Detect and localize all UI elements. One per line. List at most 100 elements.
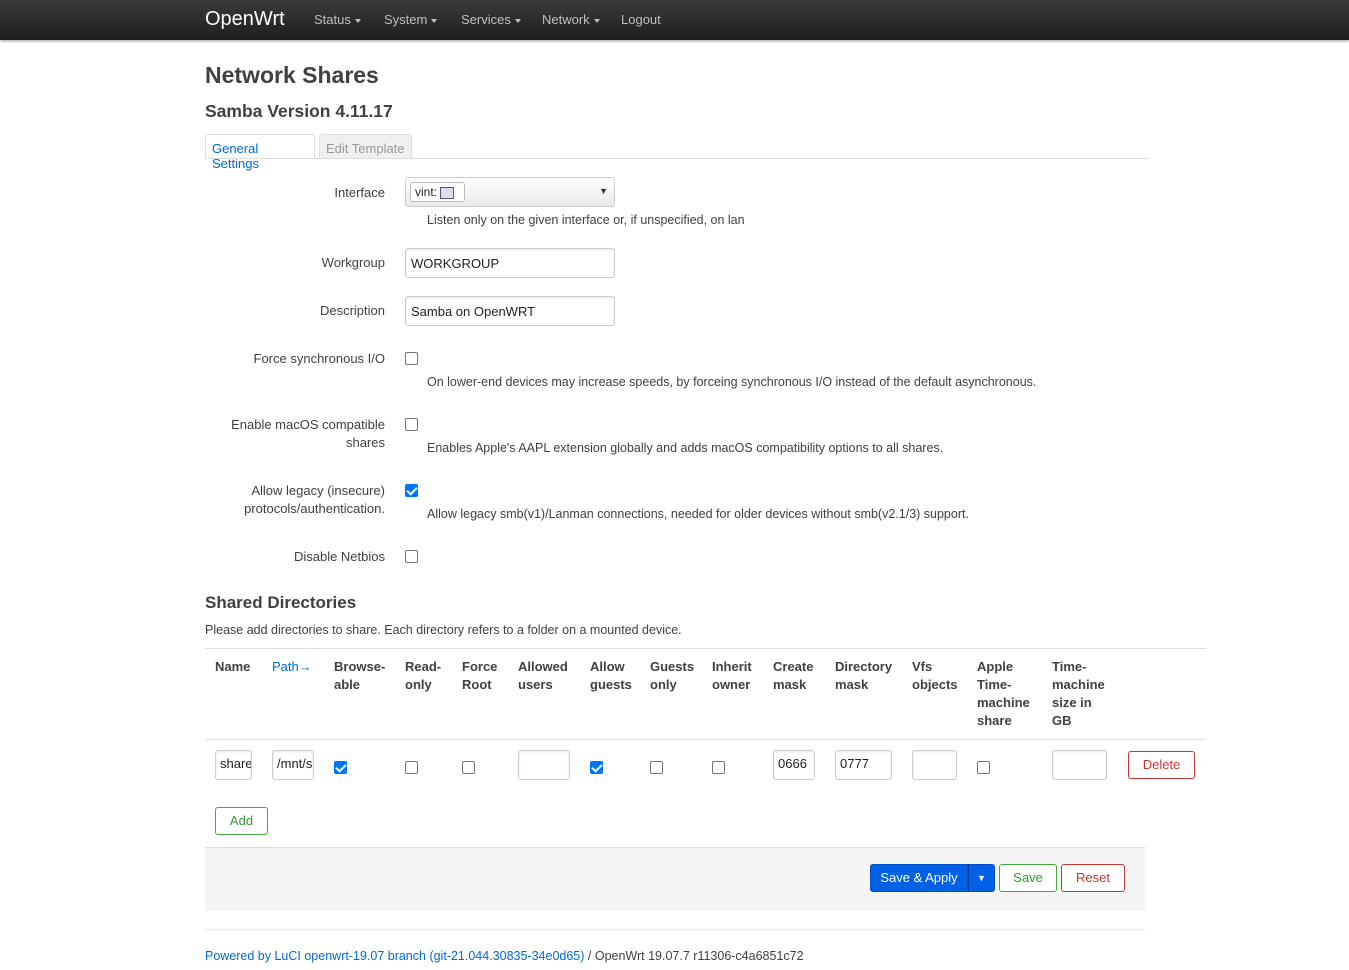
header-timemachine-l4: share [977, 713, 1012, 728]
chevron-down-icon [593, 18, 600, 23]
nav-network[interactable]: Network [542, 12, 600, 27]
footer-version: / OpenWrt 19.07.7 r11306-c4a6851c72 [584, 949, 804, 963]
tabs-divider [205, 158, 1150, 159]
header-browseable-l2: able [334, 677, 361, 692]
nav-status-label: Status [314, 12, 351, 27]
header-inherit-l1: Inherit [712, 659, 752, 674]
allowed-users-input[interactable] [518, 750, 570, 780]
directory-mask-input[interactable]: 0777 [835, 750, 892, 780]
force-sync-checkbox[interactable] [405, 352, 418, 365]
nav-services-label: Services [461, 12, 511, 27]
dropdown-arrow-icon: ▼ [599, 186, 608, 196]
workgroup-input[interactable] [405, 248, 615, 278]
header-users-l1: Allowed [518, 659, 568, 674]
table-header-border [205, 739, 1206, 740]
header-forceroot-l1: Force [462, 659, 498, 674]
page-title: Network Shares [205, 62, 379, 88]
nav-network-label: Network [542, 12, 590, 27]
forceroot-checkbox[interactable] [462, 761, 475, 774]
nav-status[interactable]: Status [314, 12, 361, 27]
header-tmsize-l1: Time- [1052, 659, 1087, 674]
macos-label-line1: Enable macOS compatible [231, 417, 385, 432]
nav-services[interactable]: Services [461, 12, 521, 27]
macos-desc: Enables Apple's AAPL extension globally … [427, 441, 944, 455]
shared-dirs-title: Shared Directories [205, 593, 357, 612]
header-dirmask: Directory mask [835, 658, 892, 694]
header-readonly-l1: Read- [405, 659, 442, 674]
readonly-checkbox[interactable] [405, 761, 418, 774]
macos-checkbox[interactable] [405, 418, 418, 431]
nav-logout[interactable]: Logout [621, 12, 661, 27]
vfs-objects-input[interactable] [912, 750, 957, 780]
shared-dirs-desc: Please add directories to share. Each di… [205, 623, 682, 637]
header-vfs-l2: objects [912, 677, 958, 692]
header-inherit-l2: owner [712, 677, 751, 692]
header-forceroot: Force Root [462, 658, 497, 694]
reset-button[interactable]: Reset [1061, 864, 1125, 892]
timemachine-checkbox[interactable] [977, 761, 990, 774]
chevron-down-icon [431, 18, 438, 23]
header-tmsize-l3: size in [1052, 695, 1092, 710]
interface-select[interactable]: vint: ▼ [405, 177, 615, 207]
add-share-button[interactable]: Add [215, 807, 268, 835]
header-readonly: Read-only [405, 658, 441, 694]
workgroup-label: Workgroup [321, 255, 385, 270]
header-users: Allowed users [518, 658, 568, 694]
header-guestsonly-l2: only [650, 677, 677, 692]
browseable-checkbox[interactable] [334, 761, 347, 774]
delete-share-button[interactable]: Delete [1128, 751, 1195, 779]
header-path[interactable]: Path→ [272, 658, 312, 676]
header-readonly-l2: only [405, 677, 432, 692]
header-guestsonly-l1: Guests [650, 659, 695, 674]
legacy-checkbox[interactable] [405, 484, 418, 497]
legacy-label-line1: Allow legacy (insecure) [251, 483, 385, 498]
save-apply-button[interactable]: Save & Apply [870, 864, 968, 892]
inherit-owner-checkbox[interactable] [712, 761, 725, 774]
header-guests-l2: guests [590, 677, 632, 692]
legacy-label-line2: protocols/authentication. [244, 501, 385, 516]
interface-desc: Listen only on the given interface or, i… [427, 213, 745, 227]
header-inherit: Inherit owner [712, 658, 752, 694]
header-timemachine-l1: Apple [977, 659, 1014, 674]
macos-label-line2: shares [345, 435, 385, 450]
legacy-desc: Allow legacy smb(v1)/Lanman connections,… [427, 507, 969, 521]
header-tmsize-l4: GB [1052, 713, 1072, 728]
header-guests-l1: Allow [590, 659, 625, 674]
top-navbar: OpenWrt Status System Services Network L… [0, 0, 1349, 40]
nav-system-label: System [384, 12, 428, 27]
guests-only-checkbox[interactable] [650, 761, 663, 774]
save-button[interactable]: Save [999, 864, 1057, 892]
footer: Powered by LuCI openwrt-19.07 branch (gi… [205, 949, 804, 963]
chevron-down-icon: ▼ [977, 873, 986, 883]
tab-edit-template[interactable]: Edit Template [319, 134, 412, 159]
interface-chip: vint: [410, 182, 465, 202]
footer-divider [205, 929, 1145, 930]
header-users-l2: users [518, 677, 553, 692]
header-browseable: Browse-able [334, 658, 385, 694]
allow-guests-checkbox[interactable] [590, 761, 603, 774]
header-vfs-l1: Vfs [912, 659, 933, 674]
save-apply-dropdown-button[interactable]: ▼ [968, 864, 995, 892]
netbios-checkbox[interactable] [405, 550, 418, 563]
header-createmask: Create mask [773, 658, 813, 694]
header-createmask-l2: mask [773, 677, 807, 692]
force-sync-label: Force synchronous I/O [253, 351, 386, 366]
interface-label: Interface [334, 185, 385, 200]
header-createmask-l1: Create [773, 659, 814, 674]
timemachine-size-input[interactable] [1052, 750, 1107, 780]
description-input[interactable] [405, 296, 615, 326]
create-mask-input[interactable]: 0666 [773, 750, 815, 780]
share-name-input[interactable]: share [215, 750, 252, 780]
table-top-border [205, 648, 1206, 649]
legacy-label: Allow legacy (insecure) protocols/authent… [244, 482, 385, 518]
brand-logo[interactable]: OpenWrt [205, 8, 285, 31]
header-name: Name [215, 659, 251, 674]
header-forceroot-l2: Root [462, 677, 492, 692]
header-timemachine-l2: Time- [977, 677, 1012, 692]
luci-link[interactable]: Powered by LuCI openwrt-19.07 branch (gi… [205, 949, 584, 963]
tab-general-settings[interactable]: General Settings [205, 134, 315, 171]
header-tmsize-l2: machine [1052, 677, 1105, 692]
share-path-input[interactable]: /mnt/s [272, 750, 314, 780]
interface-chip-text: vint: [415, 185, 438, 199]
nav-system[interactable]: System [384, 12, 438, 27]
